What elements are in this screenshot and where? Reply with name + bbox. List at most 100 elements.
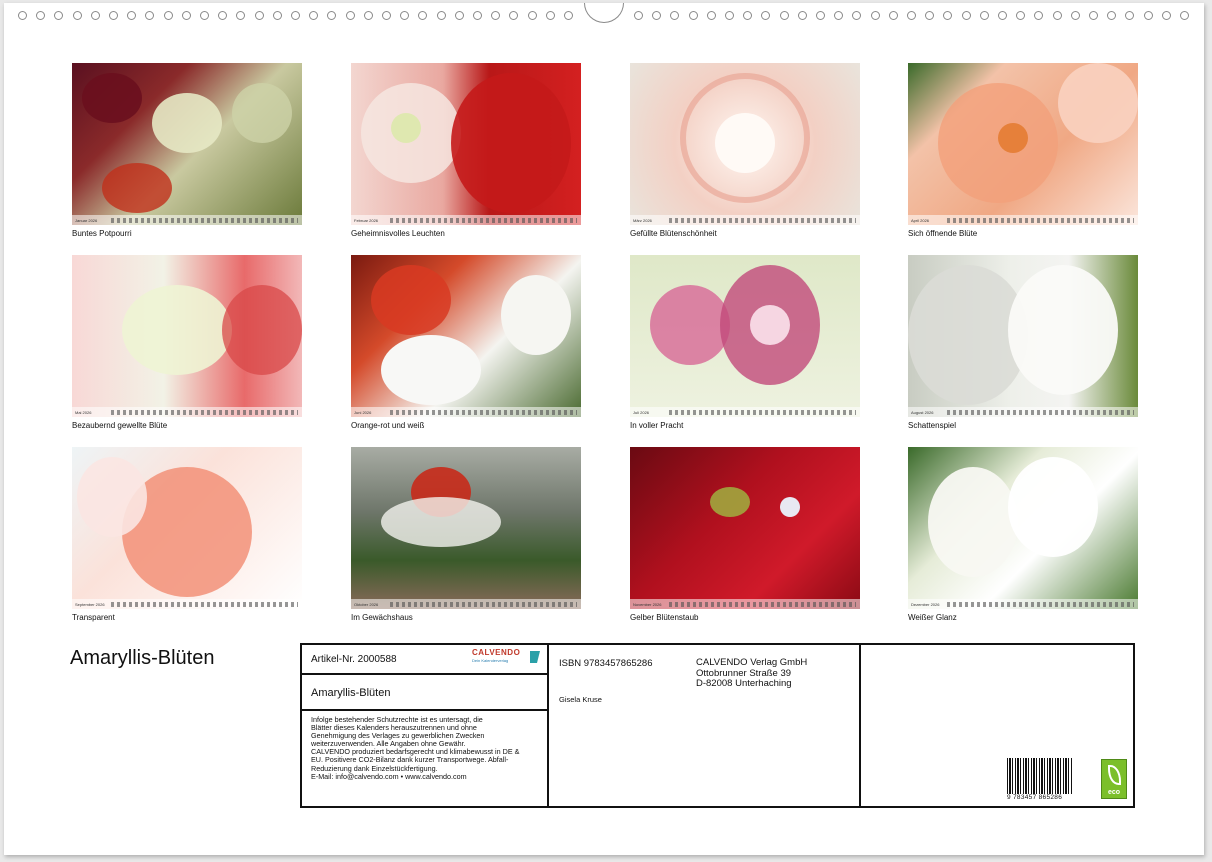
month-tile-august: August 2026 Schattenspiel: [908, 255, 1138, 430]
binding-ring: [127, 11, 136, 20]
binding-ring: [309, 11, 318, 20]
photo-oeffnend: April 2026: [908, 63, 1138, 225]
tile-caption: Weißer Glanz: [908, 613, 957, 622]
photo-transparent: September 2026: [72, 447, 302, 609]
binding-ring: [980, 11, 989, 20]
binding-ring: [400, 11, 409, 20]
binding-ring: [1162, 11, 1171, 20]
binding-ring: [1089, 11, 1098, 20]
binding-ring: [182, 11, 191, 20]
binding-ring: [1107, 11, 1116, 20]
isbn: ISBN 9783457865286: [559, 658, 653, 669]
binding-ring: [725, 11, 734, 20]
calendar-strip: Januar 2026: [72, 215, 302, 225]
binding-ring: [1144, 11, 1153, 20]
photo-gewaechshaus: Oktober 2026: [351, 447, 581, 609]
binding-ring: [1053, 11, 1062, 20]
calendar-strip: August 2026: [908, 407, 1138, 417]
binding-ring: [925, 11, 934, 20]
binding-ring: [798, 11, 807, 20]
photo-leuchten: Februar 2026: [351, 63, 581, 225]
binding-ring: [689, 11, 698, 20]
photo-schattenspiel: August 2026: [908, 255, 1138, 417]
binding-ring: [473, 11, 482, 20]
binding-ring: [1180, 11, 1189, 20]
barcode-number: 9 783457 865286: [1007, 794, 1063, 801]
month-tile-march: März 2026 Gefüllte Blütenschönheit: [630, 63, 860, 238]
binding-ring: [998, 11, 1007, 20]
calendar-strip: November 2026: [630, 599, 860, 609]
calendar-strip: Dezember 2026: [908, 599, 1138, 609]
binding-ring: [907, 11, 916, 20]
binding-ring: [364, 11, 373, 20]
info-column-middle: ISBN 9783457865286 Gisela Kruse CALVENDO…: [549, 645, 861, 806]
tile-caption: Schattenspiel: [908, 421, 957, 430]
photo-pracht: Juli 2026: [630, 255, 860, 417]
photo-gewellt: Mai 2026: [72, 255, 302, 417]
binding-ring: [1016, 11, 1025, 20]
binding-ring: [852, 11, 861, 20]
barcode-bars-icon: [1007, 758, 1073, 794]
binding-ring: [491, 11, 500, 20]
month-tile-february: Februar 2026 Geheimnisvolles Leuchten: [351, 63, 581, 238]
binding-ring: [634, 11, 643, 20]
binding-ring: [528, 11, 537, 20]
month-tile-january: Januar 2026 Buntes Potpourri: [72, 63, 302, 238]
calendar-strip: Mai 2026: [72, 407, 302, 417]
calendar-strip: Juni 2026: [351, 407, 581, 417]
tile-caption: Orange-rot und weiß: [351, 421, 425, 430]
binding-ring: [236, 11, 245, 20]
tile-caption: Bezaubernd gewellte Blüte: [72, 421, 168, 430]
calendar-strip: September 2026: [72, 599, 302, 609]
tile-caption: In voller Pracht: [630, 421, 684, 430]
binding-ring: [962, 11, 971, 20]
binding-ring: [145, 11, 154, 20]
tile-caption: Buntes Potpourri: [72, 229, 132, 238]
calvendo-logo: CALVENDO Dein Kalenderverlag: [472, 648, 542, 670]
binding-ring: [652, 11, 661, 20]
binding-ring: [18, 11, 27, 20]
month-tile-october: Oktober 2026 Im Gewächshaus: [351, 447, 581, 622]
spiral-binding: [4, 3, 1204, 31]
article-row: Artikel-Nr. 2000588 CALVENDO Dein Kalend…: [302, 645, 547, 675]
binding-ring: [816, 11, 825, 20]
binding-ring: [54, 11, 63, 20]
binding-ring: [346, 11, 355, 20]
month-tile-november: November 2026 Gelber Blütenstaub: [630, 447, 860, 622]
binding-ring: [200, 11, 209, 20]
calendar-strip: April 2026: [908, 215, 1138, 225]
binding-ring: [455, 11, 464, 20]
info-column-left: Artikel-Nr. 2000588 CALVENDO Dein Kalend…: [302, 645, 549, 806]
binding-ring: [943, 11, 952, 20]
photo-weisser-glanz: Dezember 2026: [908, 447, 1138, 609]
calendar-strip: März 2026: [630, 215, 860, 225]
title-row: Amaryllis-Blüten: [302, 675, 547, 711]
binding-ring: [164, 11, 173, 20]
publisher-address: CALVENDO Verlag GmbH Ottobrunner Straße …: [696, 657, 808, 689]
photo-potpourri: Januar 2026: [72, 63, 302, 225]
binding-ring: [437, 11, 446, 20]
calendar-strip: Februar 2026: [351, 215, 581, 225]
product-info-box: Artikel-Nr. 2000588 CALVENDO Dein Kalend…: [300, 643, 1135, 808]
barcode: 9 783457 865286: [1007, 758, 1075, 802]
binding-ring: [218, 11, 227, 20]
binding-ring: [273, 11, 282, 20]
binding-ring: [834, 11, 843, 20]
calendar-strip: Juli 2026: [630, 407, 860, 417]
tile-caption: Transparent: [72, 613, 115, 622]
binding-ring: [291, 11, 300, 20]
binding-ring: [564, 11, 573, 20]
binding-ring: [418, 11, 427, 20]
binding-ring: [327, 11, 336, 20]
tile-caption: Geheimnisvolles Leuchten: [351, 229, 445, 238]
month-tile-may: Mai 2026 Bezaubernd gewellte Blüte: [72, 255, 302, 430]
binding-ring: [1034, 11, 1043, 20]
binding-ring: [871, 11, 880, 20]
leaf-icon: [1108, 765, 1121, 785]
tile-caption: Im Gewächshaus: [351, 613, 413, 622]
hanger-notch: [584, 3, 624, 23]
binding-ring: [91, 11, 100, 20]
tile-caption: Gefüllte Blütenschönheit: [630, 229, 717, 238]
binding-ring: [707, 11, 716, 20]
calendar-title: Amaryllis-Blüten: [311, 687, 391, 699]
